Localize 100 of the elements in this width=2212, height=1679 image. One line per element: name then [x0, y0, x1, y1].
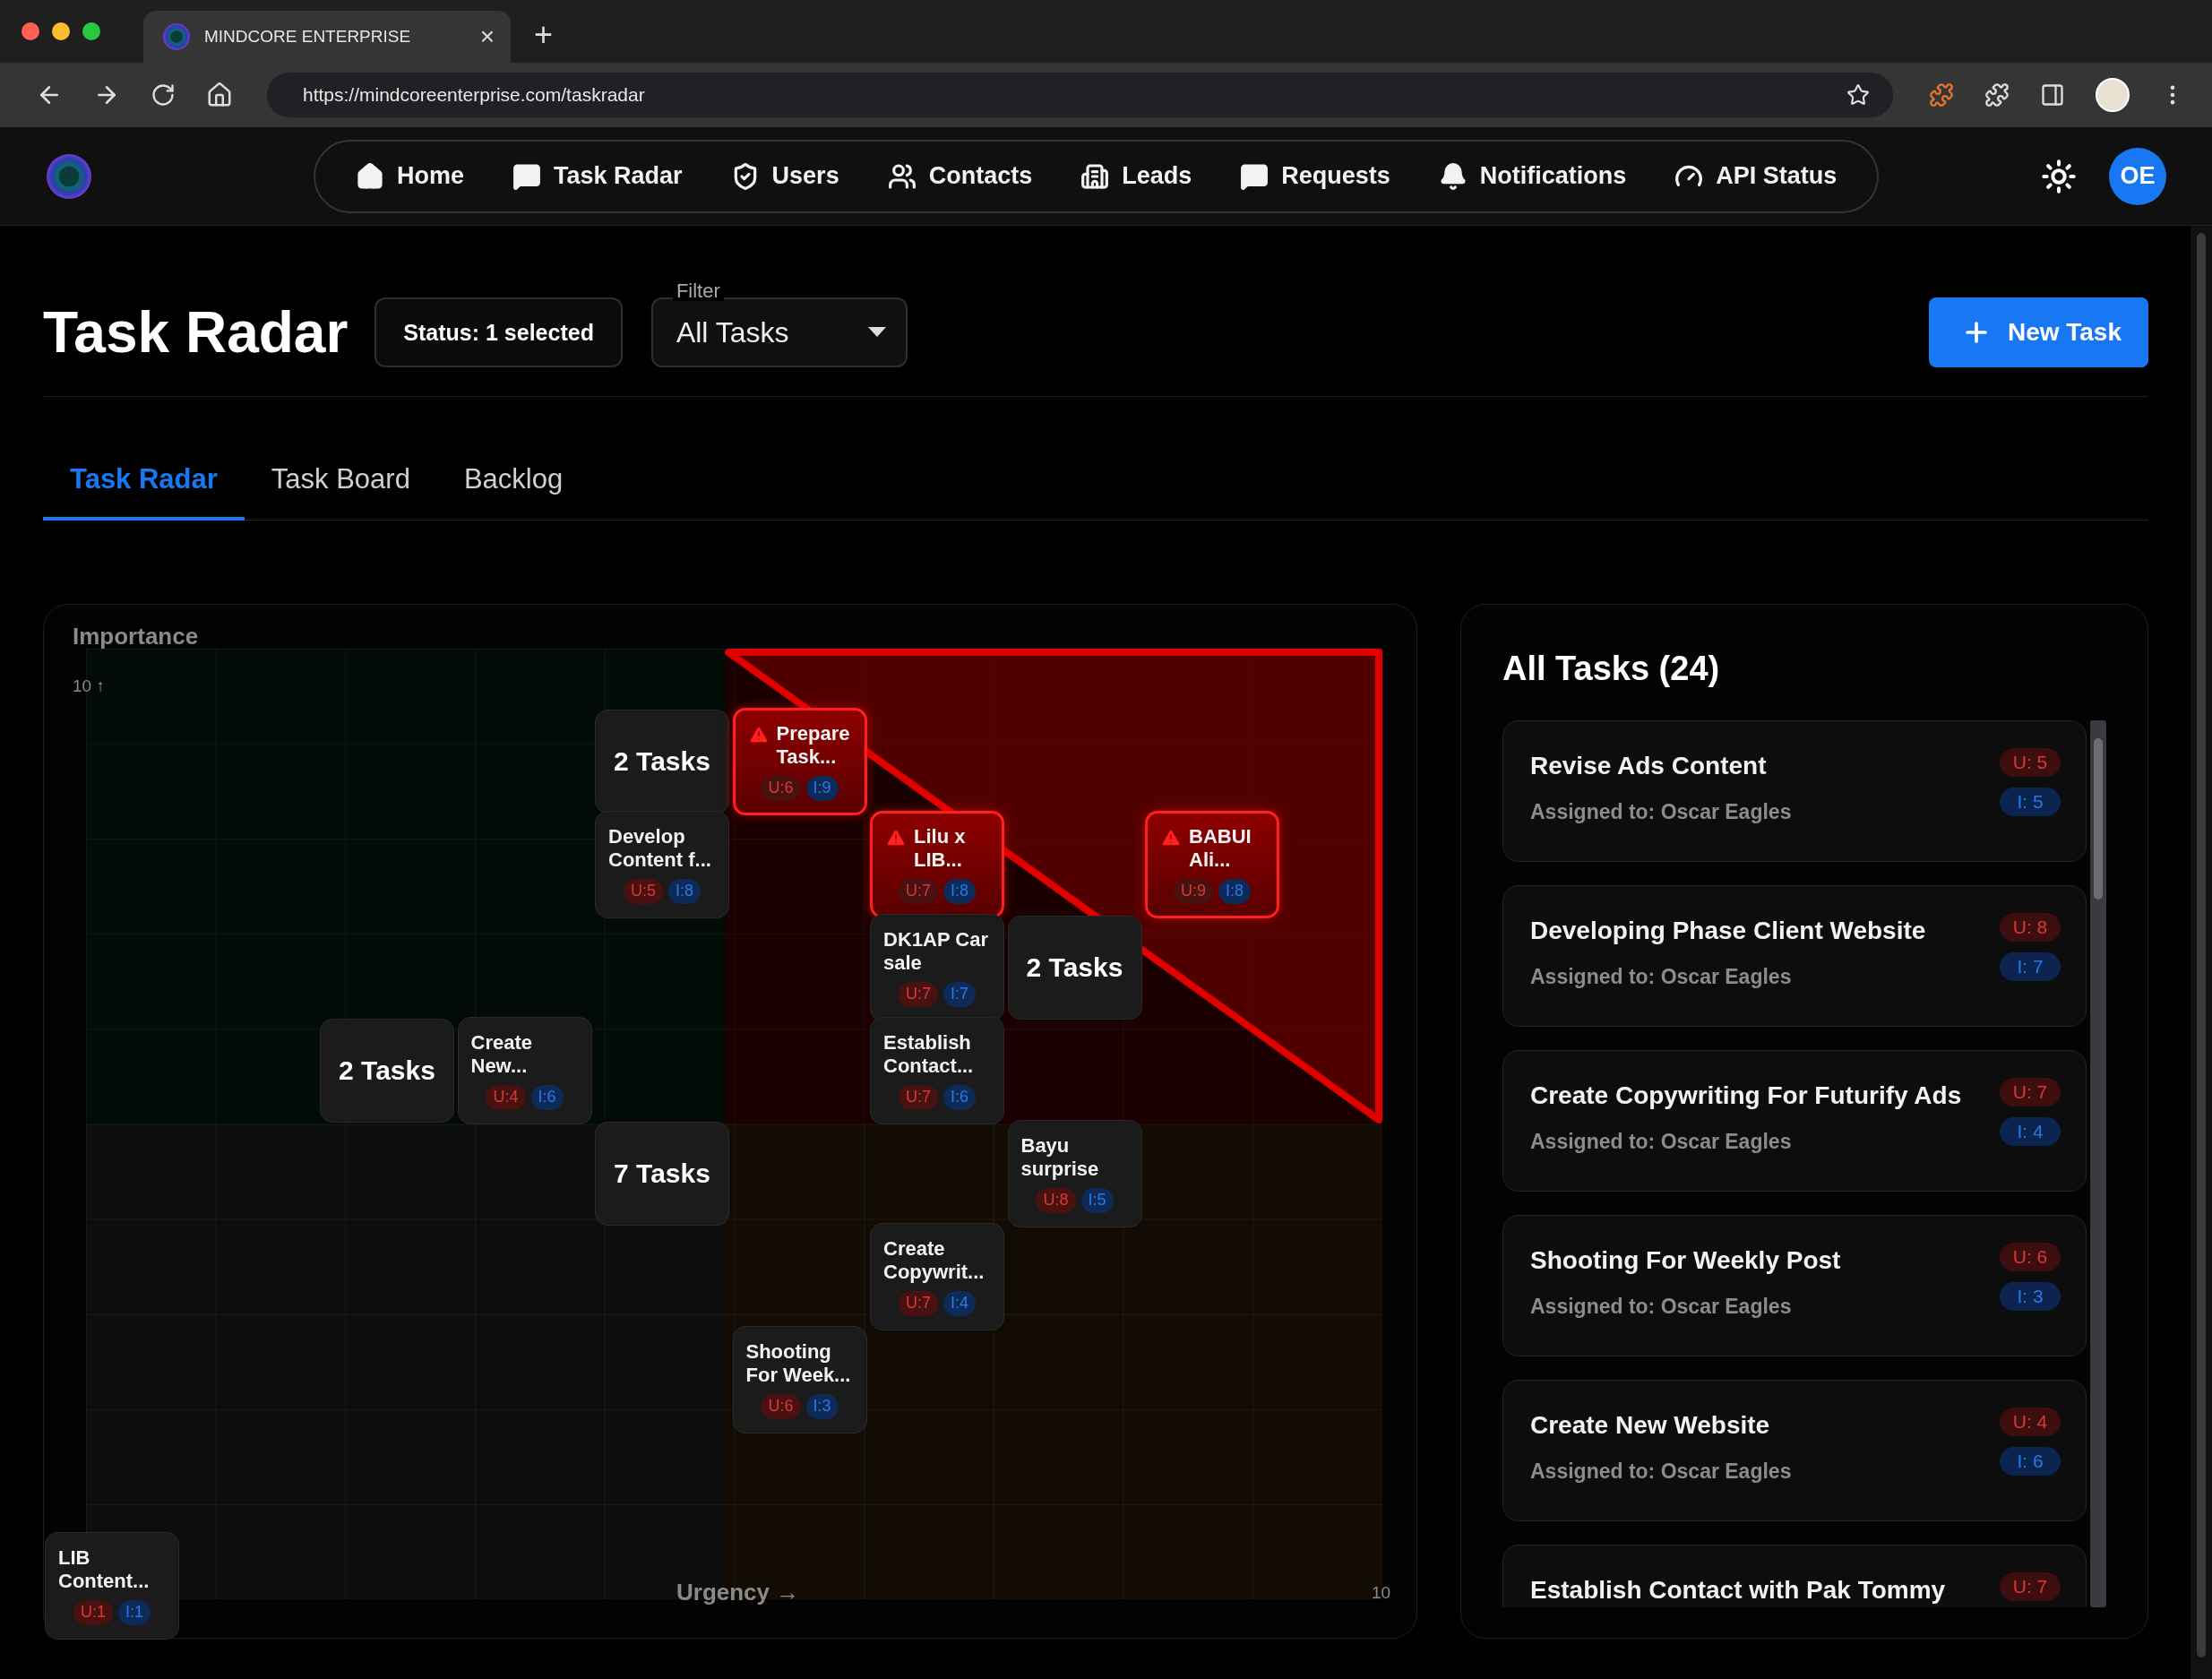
task-node[interactable]: Establish Contact... U:7 I:6: [870, 1017, 1004, 1124]
url-text: https://mindcoreenterprise.com/taskradar: [302, 84, 646, 106]
importance-badge: I:9: [805, 776, 839, 801]
task-node[interactable]: Develop Content f... U:5 I:8: [595, 811, 729, 918]
message-icon: [1240, 161, 1270, 191]
urgency-badge: U:6: [761, 776, 801, 801]
bookmark-star-icon[interactable]: [1846, 83, 1870, 107]
close-tab-button[interactable]: ×: [479, 22, 495, 51]
urgency-badge: U:1: [73, 1600, 113, 1625]
task-cluster-node[interactable]: 2 Tasks: [320, 1019, 454, 1123]
user-avatar[interactable]: OE: [2109, 147, 2166, 205]
task-node[interactable]: Create New... U:4 I:6: [457, 1017, 592, 1124]
task-node[interactable]: Bayu surprise U:8 I:5: [1007, 1120, 1142, 1227]
task-node-title: Prepare Task...: [776, 722, 851, 770]
importance-badge: I: 6: [2000, 1447, 2061, 1476]
task-title: Developing Phase Client Website: [1530, 917, 1927, 945]
view-tab[interactable]: Task Radar: [43, 442, 245, 521]
nav-link[interactable]: Home: [331, 161, 488, 191]
minimize-window-control[interactable]: [52, 22, 70, 40]
importance-badge: I:8: [1218, 879, 1251, 904]
importance-badge: I: 3: [2000, 1282, 2061, 1311]
list-scrollbar[interactable]: [2090, 720, 2106, 1607]
app-logo[interactable]: [47, 153, 91, 199]
task-list-item[interactable]: Establish Contact with Pak Tommy U: 7: [1502, 1545, 2087, 1607]
urgency-badge: U:9: [1174, 879, 1213, 904]
page-scrollbar[interactable]: [2190, 226, 2212, 1679]
task-assignee: Assigned to: Oscar Eagles: [1530, 965, 1793, 989]
nav-link[interactable]: Requests: [1216, 161, 1415, 191]
task-assignee: Assigned to: Oscar Eagles: [1530, 1295, 1793, 1319]
importance-badge: I:8: [668, 879, 701, 904]
nav-link[interactable]: Notifications: [1414, 161, 1651, 191]
urgency-badge: U:5: [624, 879, 663, 904]
task-node[interactable]: Lilu x LIB... U:7 I:8: [870, 811, 1004, 918]
nav-link[interactable]: API Status: [1650, 161, 1862, 191]
profile-avatar[interactable]: [2096, 78, 2130, 112]
new-tab-button[interactable]: +: [529, 16, 559, 54]
importance-badge: I:7: [943, 982, 976, 1007]
task-list-item[interactable]: Create Copywriting For Futurify Ads Assigned to: Oscar Eagles U: 7 I: 4: [1502, 1050, 2087, 1192]
filter-select[interactable]: All Tasks: [650, 297, 908, 367]
status-filter-button[interactable]: Status: 1 selected: [374, 297, 623, 367]
extensions-icon[interactable]: [1984, 82, 2010, 108]
new-task-button[interactable]: New Task: [1928, 297, 2148, 367]
task-list-item[interactable]: Create New Website Assigned to: Oscar Eagles U: 4 I: 6: [1502, 1380, 2087, 1521]
page-title: Task Radar: [43, 299, 349, 366]
task-list-item[interactable]: Revise Ads Content Assigned to: Oscar Eagles U: 5 I: 5: [1502, 720, 2087, 862]
task-node-title: Lilu x LIB...: [914, 825, 967, 873]
urgency-badge: U:4: [486, 1085, 526, 1110]
x-axis-label: Urgency →: [676, 1579, 800, 1606]
importance-badge: I:4: [943, 1291, 976, 1316]
task-list-title: All Tasks (24): [1502, 650, 1721, 688]
task-node-title: Shooting For Week...: [745, 1340, 852, 1388]
importance-badge: I:3: [805, 1394, 839, 1419]
importance-badge: I:6: [530, 1085, 564, 1110]
urgency-badge: U: 7: [2000, 1078, 2061, 1106]
nav-link[interactable]: Task Radar: [488, 161, 707, 191]
extension-icon[interactable]: [1929, 82, 1954, 108]
task-assignee: Assigned to: Oscar Eagles: [1530, 1130, 1793, 1154]
x-axis-max-label: 10: [1372, 1583, 1391, 1603]
task-node-title: BABUI Ali...: [1189, 825, 1252, 873]
view-tab[interactable]: Task Board: [244, 442, 437, 521]
task-title: Create Copywriting For Futurify Ads: [1530, 1081, 1963, 1110]
urgency-badge: U: 7: [2000, 1572, 2061, 1601]
task-node[interactable]: Shooting For Week... U:6 I:3: [732, 1326, 867, 1434]
task-node[interactable]: Prepare Task... U:6 I:9: [732, 708, 867, 815]
importance-badge: I: 4: [2000, 1117, 2061, 1146]
task-title: Establish Contact with Pak Tommy: [1530, 1576, 1947, 1605]
task-list-item[interactable]: Developing Phase Client Website Assigned to: Oscar Eagles U: 8 I: 7: [1502, 885, 2087, 1027]
maximize-window-control[interactable]: [82, 22, 100, 40]
task-node[interactable]: BABUI Ali... U:9 I:8: [1145, 811, 1279, 918]
theme-toggle-icon[interactable]: [2041, 158, 2077, 194]
importance-badge: I: 5: [2000, 788, 2061, 816]
task-node[interactable]: LIB Content... U:1 I:1: [45, 1532, 179, 1640]
view-tab[interactable]: Backlog: [436, 442, 590, 521]
task-node-title: Create Copywrit...: [883, 1237, 986, 1285]
urgency-badge: U:7: [899, 982, 938, 1007]
nav-link[interactable]: Users: [706, 161, 864, 191]
task-node-title: LIB Content...: [58, 1546, 151, 1594]
task-cluster-node[interactable]: 7 Tasks: [595, 1122, 729, 1226]
task-title: Create New Website: [1530, 1411, 1771, 1440]
home-icon[interactable]: [206, 82, 233, 108]
task-node[interactable]: Create Copywrit... U:7 I:4: [870, 1223, 1004, 1330]
browser-tab[interactable]: MINDCORE ENTERPRISE ×: [143, 11, 511, 63]
importance-badge: I:1: [118, 1600, 151, 1625]
nav-link[interactable]: Contacts: [863, 161, 1057, 191]
home-icon: [356, 161, 384, 191]
side-panel-icon[interactable]: [2040, 82, 2065, 108]
reload-icon[interactable]: [151, 82, 176, 108]
task-cluster-node[interactable]: 2 Tasks: [595, 710, 729, 814]
y-axis-label: Importance: [73, 623, 199, 650]
address-bar[interactable]: https://mindcoreenterprise.com/taskradar: [267, 73, 1893, 117]
urgency-badge: U: 4: [2000, 1408, 2061, 1436]
nav-link[interactable]: Leads: [1056, 161, 1217, 191]
task-cluster-node[interactable]: 2 Tasks: [1007, 916, 1142, 1020]
tab-title: MINDCORE ENTERPRISE: [204, 27, 412, 47]
task-list-item[interactable]: Shooting For Weekly Post Assigned to: Oscar Eagles U: 6 I: 3: [1502, 1215, 2087, 1356]
y-axis-max-label: 10 ↑: [73, 676, 105, 696]
close-window-control[interactable]: [22, 22, 39, 40]
task-node-title: Bayu surprise: [1020, 1134, 1100, 1182]
warning-icon: [885, 827, 907, 849]
importance-badge: I:8: [943, 879, 976, 904]
